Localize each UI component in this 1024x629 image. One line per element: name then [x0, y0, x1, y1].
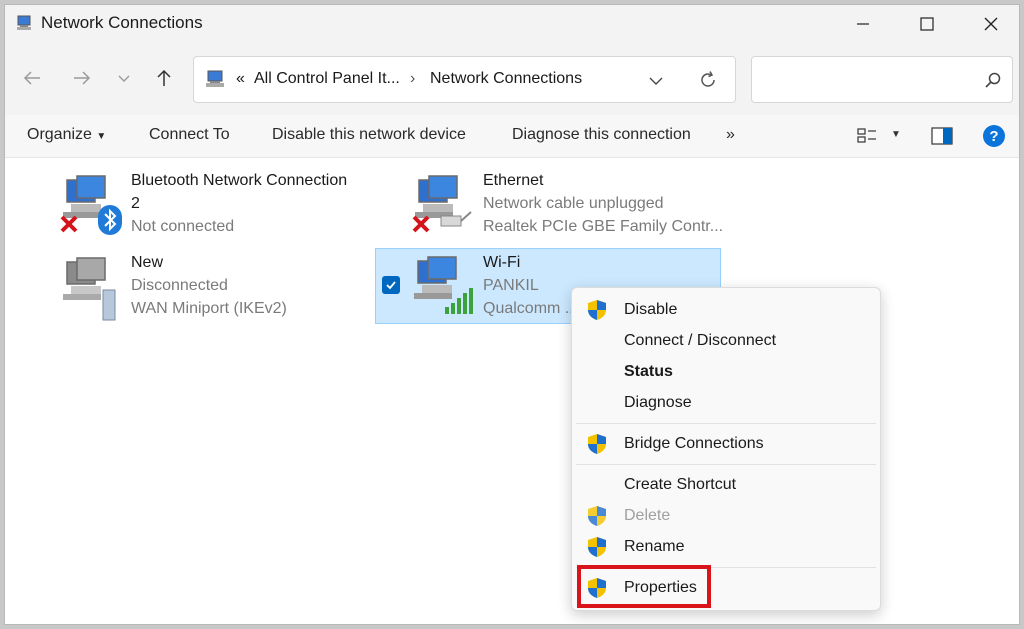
connection-name: Ethernet	[483, 172, 544, 189]
menu-item-diagnose[interactable]: Diagnose	[572, 388, 880, 418]
network-connections-icon	[17, 15, 31, 30]
preview-pane-icon[interactable]	[931, 127, 953, 145]
disable-device-button[interactable]: Disable this network device	[272, 126, 466, 144]
connection-device: Qualcomm ...	[483, 300, 579, 317]
dropdown-caret-icon: ▼	[96, 131, 107, 142]
uac-shield-icon	[588, 434, 606, 454]
menu-item-rename[interactable]: Rename	[572, 532, 880, 562]
search-box[interactable]	[751, 56, 1013, 103]
menu-separator	[576, 464, 876, 465]
bluetooth-icon	[98, 205, 122, 235]
diagnose-connection-button[interactable]: Diagnose this connection	[512, 126, 691, 144]
chevron-down-icon[interactable]	[648, 73, 664, 89]
address-bar[interactable]: « All Control Panel It... › Network Conn…	[193, 56, 736, 103]
arrow-up-icon	[157, 69, 171, 86]
back-button[interactable]	[19, 65, 45, 91]
refresh-icon[interactable]	[698, 70, 718, 90]
breadcrumb-control-panel[interactable]: All Control Panel It...	[254, 70, 400, 88]
menu-separator	[576, 423, 876, 424]
uac-shield-icon	[588, 506, 606, 526]
view-options-icon[interactable]	[857, 127, 877, 145]
menu-item-disable[interactable]: Disable	[572, 295, 880, 325]
connection-status: Disconnected	[131, 277, 228, 294]
connect-to-button[interactable]: Connect To	[149, 126, 230, 144]
network-connections-window: Network Connections « All Control Panel …	[4, 4, 1020, 625]
menu-item-connect-disconnect[interactable]: Connect / Disconnect	[572, 326, 880, 356]
search-icon	[985, 72, 1001, 88]
menu-label: Create Shortcut	[624, 476, 737, 493]
connection-name: Wi-Fi	[483, 254, 521, 271]
connection-device: WAN Miniport (IKEv2)	[131, 300, 287, 317]
arrow-right-icon	[74, 71, 91, 85]
context-menu: Disable Connect / Disconnect Status Diag…	[571, 287, 881, 611]
up-button[interactable]	[151, 65, 177, 91]
minimize-button[interactable]	[831, 5, 895, 43]
address-overflow[interactable]: «	[236, 70, 245, 88]
disconnected-x-icon	[60, 215, 78, 233]
more-commands-button[interactable]: »	[726, 126, 735, 144]
menu-item-delete: Delete	[572, 501, 880, 531]
chevron-down-icon	[118, 75, 130, 82]
menu-item-bridge-connections[interactable]: Bridge Connections	[572, 429, 880, 459]
connection-status: Not connected	[131, 218, 235, 235]
search-input[interactable]	[760, 67, 974, 93]
breadcrumb-network-connections[interactable]: Network Connections	[430, 70, 582, 88]
properties-highlight-box	[577, 565, 711, 608]
connection-new[interactable]: New Disconnected WAN Miniport (IKEv2)	[59, 254, 369, 328]
menu-item-create-shortcut[interactable]: Create Shortcut	[572, 470, 880, 500]
recent-locations-button[interactable]	[111, 65, 137, 91]
network-computer-icon	[63, 257, 116, 321]
organize-label: Organize	[27, 126, 92, 143]
window-title: Network Connections	[41, 13, 203, 32]
connection-name: New	[131, 254, 164, 271]
signal-bars-icon	[445, 288, 473, 314]
menu-label: Disable	[624, 301, 678, 318]
uac-shield-icon	[588, 300, 606, 320]
network-connections-icon	[206, 70, 224, 87]
menu-label: Connect / Disconnect	[624, 332, 777, 349]
close-button[interactable]	[959, 5, 1019, 43]
connection-device: Realtek PCIe GBE Family Contr...	[483, 218, 724, 235]
connection-ethernet[interactable]: Ethernet Network cable unplugged Realtek…	[411, 172, 724, 246]
connection-status: PANKIL	[483, 277, 539, 294]
uac-shield-icon	[588, 537, 606, 557]
selection-checkbox[interactable]	[382, 276, 400, 294]
menu-item-status[interactable]: Status	[572, 357, 880, 387]
command-toolbar: Organize ▼ Connect To Disable this netwo…	[5, 115, 1019, 158]
connection-status: Network cable unplugged	[483, 195, 664, 212]
organize-button[interactable]: Organize ▼	[27, 126, 106, 144]
svg-text:?: ?	[989, 128, 998, 145]
maximize-icon	[920, 17, 934, 31]
menu-label: Rename	[624, 538, 685, 555]
view-dropdown-caret-icon[interactable]: ▼	[891, 129, 901, 140]
connection-name: Bluetooth Network Connection	[131, 172, 348, 189]
menu-label: Status	[624, 363, 673, 380]
connection-name-line2: 2	[131, 195, 140, 212]
checkmark-icon	[386, 281, 396, 290]
close-icon	[984, 17, 998, 31]
maximize-button[interactable]	[895, 5, 959, 43]
forward-button[interactable]	[69, 65, 95, 91]
menu-label: Delete	[624, 507, 671, 524]
minimize-icon	[857, 23, 869, 25]
menu-label: Diagnose	[624, 394, 692, 411]
arrow-left-icon	[23, 71, 40, 85]
navigation-bar: « All Control Panel It... › Network Conn…	[5, 43, 1019, 115]
title-bar: Network Connections	[5, 5, 1019, 43]
connection-bluetooth[interactable]: Bluetooth Network Connection 2 Not conne…	[59, 172, 369, 246]
menu-label: Bridge Connections	[624, 435, 764, 452]
disconnected-x-icon	[412, 215, 430, 233]
help-icon[interactable]: ?	[982, 124, 1006, 148]
breadcrumb-separator[interactable]: ›	[410, 70, 415, 88]
